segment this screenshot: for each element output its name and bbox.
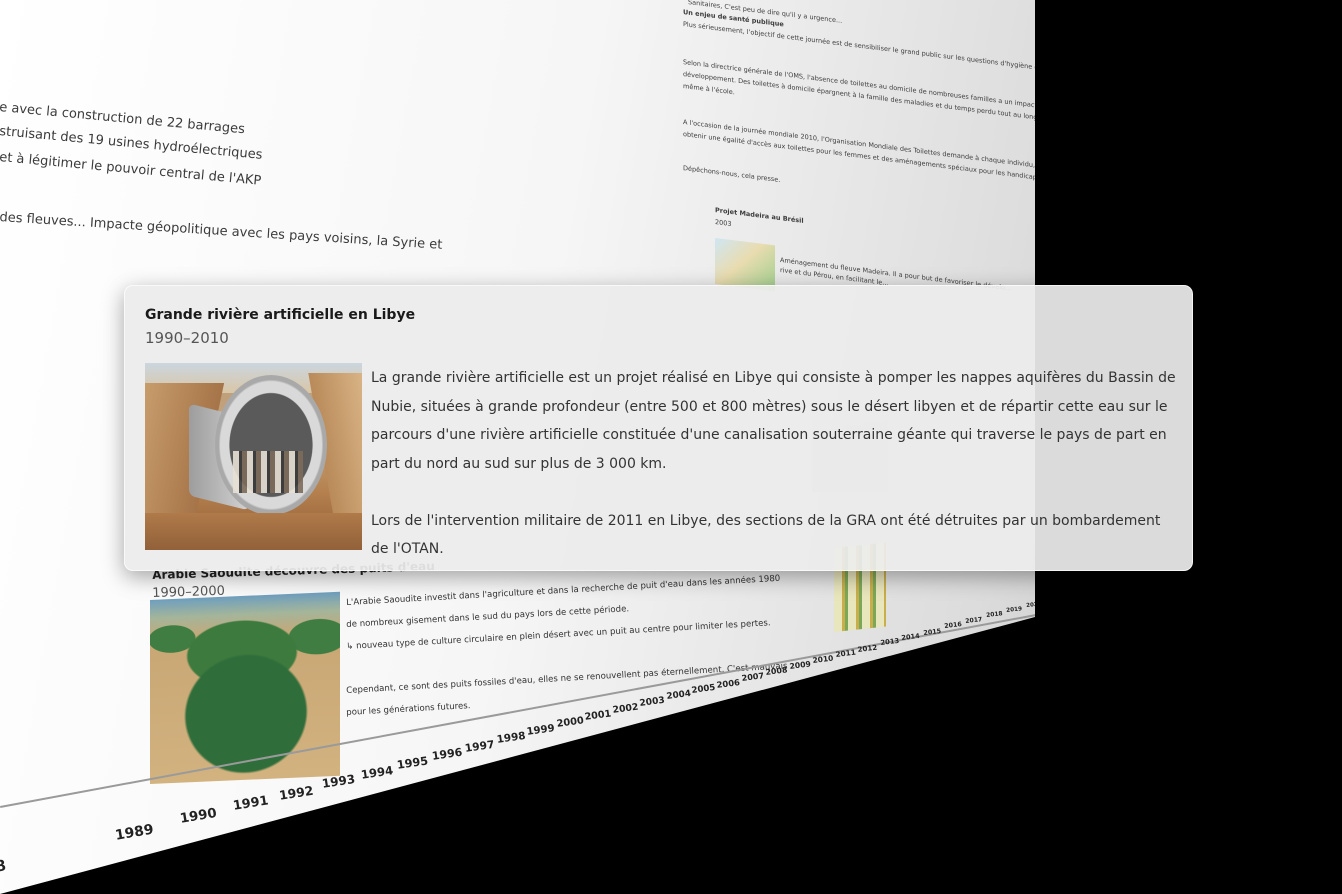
timeline-year[interactable]: 2002 [612, 702, 639, 716]
timeline-year[interactable]: 2003 [639, 695, 665, 708]
right-text-line: développement. Des toilettes à domicile … [683, 70, 1126, 133]
right-text-line: Selon la directrice générale de l'OMS, l… [683, 58, 1141, 123]
timeline-year[interactable]: 1999 [526, 723, 555, 738]
event-detail-popup[interactable]: Grande rivière artificielle en Libye 199… [124, 285, 1193, 571]
timeline-year[interactable]: 1995 [396, 754, 429, 771]
timeline-year[interactable]: 1989 [114, 822, 155, 844]
timeline-year[interactable]: 8 [0, 856, 7, 876]
timeline-year[interactable]: 2012 [857, 642, 878, 653]
popup-description: La grande rivière artificielle est un pr… [371, 364, 1177, 564]
right-text-line: même à l'école. [683, 82, 735, 97]
timeline-year[interactable]: 2005 [691, 683, 716, 696]
timeline-year[interactable]: 2008 [765, 665, 788, 677]
timeline-year[interactable]: 1997 [464, 738, 495, 755]
timeline-year[interactable]: 2004 [666, 689, 692, 702]
popup-paragraph: Lors de l'intervention militaire de 2011… [371, 512, 1161, 558]
timeline-year[interactable]: 2007 [741, 671, 765, 684]
timeline-year[interactable]: 2011 [835, 648, 856, 659]
timeline-year[interactable]: 2020 [1026, 601, 1035, 609]
pipeline-photo [145, 363, 362, 550]
timeline-year[interactable]: 2006 [716, 677, 740, 690]
timeline-year[interactable]: 1994 [360, 763, 394, 782]
timeline-year[interactable]: 2018 [986, 611, 1003, 619]
timeline-year[interactable]: 2013 [880, 637, 900, 647]
madeira-map-image[interactable] [715, 238, 775, 292]
timeline-scene: e avec la construction de 22 barrages st… [0, 0, 1342, 894]
popup-date: 1990–2010 [145, 329, 229, 347]
timeline-year[interactable]: 1991 [232, 794, 270, 814]
timeline-year[interactable]: 2014 [901, 632, 920, 642]
timeline-year[interactable]: 1990 [179, 806, 218, 827]
popup-paragraph: La grande rivière artificielle est un pr… [371, 370, 1176, 472]
timeline-year[interactable]: 2000 [556, 715, 585, 730]
popup-title: Grande rivière artificielle en Libye [145, 307, 416, 323]
timeline-year[interactable]: 2019 [1006, 606, 1022, 614]
arabia-text-line: de nombreux gisement dans le sud du pays… [346, 604, 630, 630]
right-text-line: Dépêchons-nous, cela presse. [683, 164, 781, 184]
timeline-year[interactable]: 2015 [923, 627, 942, 637]
timeline-year[interactable]: 2010 [812, 653, 834, 664]
timeline-year[interactable]: 2009 [789, 659, 811, 671]
arabia-text-line: pour les générations futures. [346, 701, 471, 718]
timeline-year[interactable]: 2001 [584, 709, 612, 723]
arabia-crop-circles-image[interactable] [150, 591, 340, 784]
left-text-line: des fleuves... Impacte géopolitique avec… [0, 210, 443, 253]
timeline-year[interactable]: 1998 [496, 730, 526, 746]
timeline-year[interactable]: 1992 [278, 782, 314, 802]
timeline-year[interactable]: 1996 [431, 746, 463, 763]
arabia-text-line: L'Arabie Saoudite investit dans l'agricu… [346, 573, 781, 608]
madeira-year: 2003 [715, 218, 732, 229]
